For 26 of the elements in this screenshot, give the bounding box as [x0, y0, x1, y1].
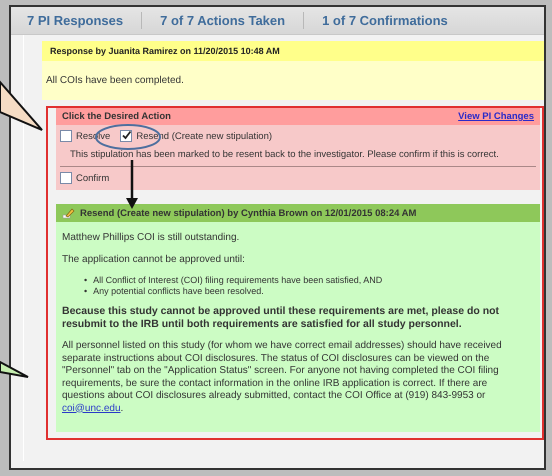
confirmation-message: This stipulation has been marked to be resent back to the investigator. Please confirm if this is correct. — [70, 149, 500, 160]
checkbox[interactable] — [60, 130, 72, 142]
warning-paragraph: Because this study cannot be approved until these requirements are met, please do not resubmit to the IRB until both requirements are satisfied for all study personnel. — [62, 305, 500, 331]
checkbox[interactable] — [120, 130, 132, 142]
action-title: Click the Desired Action — [62, 111, 171, 122]
paragraph: Matthew Phillips COI is still outstanding. — [62, 232, 240, 244]
stipulation-title: Resend (Create new stipulation) by Cynthia Brown on 12/01/2015 08:24 AM — [80, 208, 416, 218]
response-text: All COIs have been completed. — [42, 61, 544, 100]
checkbox[interactable] — [60, 172, 72, 184]
view-changes-link[interactable]: View PI Changes — [458, 111, 534, 122]
list-item: Any potential conflicts have been resolved. — [93, 286, 264, 297]
email-link[interactable]: coi@unc.edu — [62, 402, 121, 414]
pencil-icon — [62, 207, 75, 219]
response-header: Response by Juanita Ramirez on 11/20/2015 10:48 AM — [42, 41, 544, 61]
tab[interactable]: 7 PI Responses — [19, 12, 142, 29]
pointer-arrow — [126, 160, 138, 209]
list-item: All Conflict of Interest (COI) filing requirements have been satisfied, AND — [93, 275, 382, 286]
tab[interactable]: 1 of 7 Confirmations — [304, 12, 466, 29]
callout-pointer — [0, 79, 43, 131]
confirm-label[interactable]: Confirm — [76, 172, 110, 184]
bullet: • — [84, 275, 88, 286]
bullet: • — [84, 286, 88, 297]
tab[interactable]: 7 of 7 Actions Taken — [142, 12, 304, 29]
paragraph: All personnel listed on this study (for whom we have correct email addresses) should have received separate instructions about COI disclosures. The status of COI disclosures can be viewed on the "Personnel" tab on the "Application Status" screen. For anyone not having completed the COI filing requirements, be sure the contact information in the online IRB application is correct. If there are questions about COI disclosures already submitted, contact the COI Office at (919) 843-9953 or coi@unc.edu. — [62, 340, 503, 415]
callout-pointer — [0, 360, 29, 378]
paragraph: The application cannot be approved until: — [62, 254, 246, 266]
